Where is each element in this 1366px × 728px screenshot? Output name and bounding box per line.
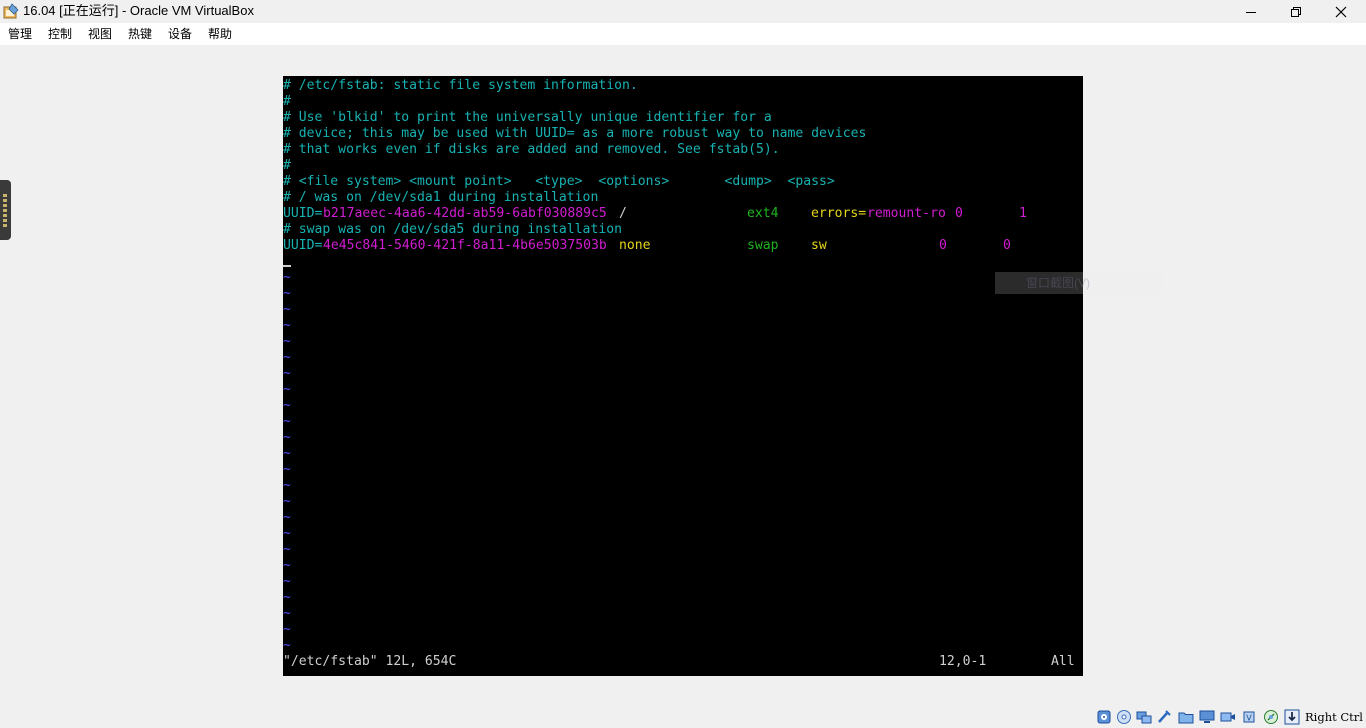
fstab-comment-line: # [283, 94, 291, 109]
keyboard-icon[interactable] [1284, 709, 1300, 725]
fstab-comment-line: # swap was on /dev/sda5 during installat… [283, 222, 622, 237]
menu-manage[interactable]: 管理 [8, 26, 32, 42]
empty-line-marker: ~ [283, 526, 291, 541]
fstab-comment-line: # device; this may be used with UUID= as… [283, 126, 867, 141]
empty-line-marker: ~ [283, 462, 291, 477]
fstab-mount-point: / [619, 206, 627, 221]
usb-icon[interactable] [1156, 709, 1172, 725]
restore-icon [1291, 6, 1301, 17]
cpu-icon[interactable]: V [1241, 709, 1257, 725]
guest-display[interactable]: # /etc/fstab: static file system informa… [283, 76, 1083, 676]
empty-line-marker: ~ [283, 446, 291, 461]
menu-control[interactable]: 控制 [48, 26, 72, 42]
empty-line-marker: ~ [283, 638, 291, 653]
fstab-uuid-value: 4e45c841-5460-421f-8a11-4b6e5037503b [323, 238, 607, 253]
menu-devices[interactable]: 设备 [168, 26, 192, 42]
fstab-pass: 0 [1003, 238, 1011, 253]
empty-line-marker: ~ [283, 590, 291, 605]
empty-line-marker: ~ [283, 302, 291, 317]
empty-line-marker: ~ [283, 494, 291, 509]
vim-scroll-indicator: All [1051, 654, 1075, 669]
empty-line-marker: ~ [283, 542, 291, 557]
display-icon[interactable] [1199, 709, 1215, 725]
empty-line-marker: ~ [283, 574, 291, 589]
empty-line-marker: ~ [283, 286, 291, 301]
hard-disk-icon[interactable] [1096, 709, 1112, 725]
minimize-icon [1246, 11, 1256, 13]
fstab-pass: 1 [1019, 206, 1027, 221]
fstab-header-line: # <file system> <mount point> <type> <op… [283, 174, 835, 189]
empty-line-marker: ~ [283, 606, 291, 621]
empty-line-marker: ~ [283, 334, 291, 349]
fstab-options: sw [811, 238, 827, 253]
fstab-options-value: remount-ro [867, 206, 946, 221]
fstab-comment-line: # Use 'blkid' to print the universally u… [283, 110, 772, 125]
host-key-label[interactable]: Right Ctrl [1305, 709, 1363, 725]
text-cursor [283, 265, 291, 267]
empty-line-marker: ~ [283, 622, 291, 637]
menu-bar: 管理 控制 视图 热键 设备 帮助 [0, 23, 1366, 45]
network-icon[interactable] [1136, 709, 1152, 725]
minimize-button[interactable] [1228, 0, 1274, 23]
mouse-integration-icon[interactable] [1263, 709, 1279, 725]
empty-line-marker: ~ [283, 318, 291, 333]
virtualbox-icon [3, 3, 19, 19]
fstab-options-key: errors= [811, 206, 867, 221]
empty-line-marker: ~ [283, 510, 291, 525]
title-bar: 16.04 [正在运行] - Oracle VM VirtualBox [0, 0, 1366, 23]
empty-line-marker: ~ [283, 398, 291, 413]
menu-view[interactable]: 视图 [88, 26, 112, 42]
window-title: 16.04 [正在运行] - Oracle VM VirtualBox [23, 3, 254, 18]
empty-line-marker: ~ [283, 350, 291, 365]
faded-context-menu-item: 窗口截图(V) [1026, 276, 1090, 290]
fstab-uuid-key: UUID= [283, 206, 323, 221]
fstab-comment-line: # /etc/fstab: static file system informa… [283, 78, 638, 93]
fstab-dump: 0 [955, 206, 963, 221]
empty-line-marker: ~ [283, 382, 291, 397]
empty-line-marker: ~ [283, 478, 291, 493]
vim-cursor-position: 12,0-1 [939, 654, 987, 669]
fstab-fs-type: ext4 [747, 206, 779, 221]
side-dock-handle[interactable] [0, 180, 11, 240]
shared-folder-icon[interactable] [1178, 709, 1194, 725]
empty-line-marker: ~ [283, 270, 291, 285]
vim-file-info: "/etc/fstab" 12L, 654C [283, 654, 457, 669]
fstab-comment-line: # that works even if disks are added and… [283, 142, 780, 157]
menu-hotkeys[interactable]: 热键 [128, 26, 152, 42]
empty-line-marker: ~ [283, 558, 291, 573]
fstab-uuid-value: b217aeec-4aa6-42dd-ab59-6abf030889c5 [323, 206, 607, 221]
menu-help[interactable]: 帮助 [208, 26, 232, 42]
svg-text:V: V [1246, 714, 1252, 723]
empty-line-marker: ~ [283, 430, 291, 445]
fstab-uuid-key: UUID= [283, 238, 323, 253]
close-button[interactable] [1318, 0, 1364, 23]
optical-drive-icon[interactable] [1116, 709, 1132, 725]
fstab-comment-line: # / was on /dev/sda1 during installation [283, 190, 599, 205]
video-capture-icon[interactable] [1220, 709, 1236, 725]
fstab-mount-point: none [619, 238, 651, 253]
empty-line-marker: ~ [283, 414, 291, 429]
fstab-dump: 0 [939, 238, 947, 253]
fstab-comment-line: # [283, 158, 291, 173]
restore-button[interactable] [1273, 0, 1319, 23]
empty-line-marker: ~ [283, 366, 291, 381]
fstab-fs-type: swap [747, 238, 779, 253]
close-icon [1335, 6, 1347, 17]
